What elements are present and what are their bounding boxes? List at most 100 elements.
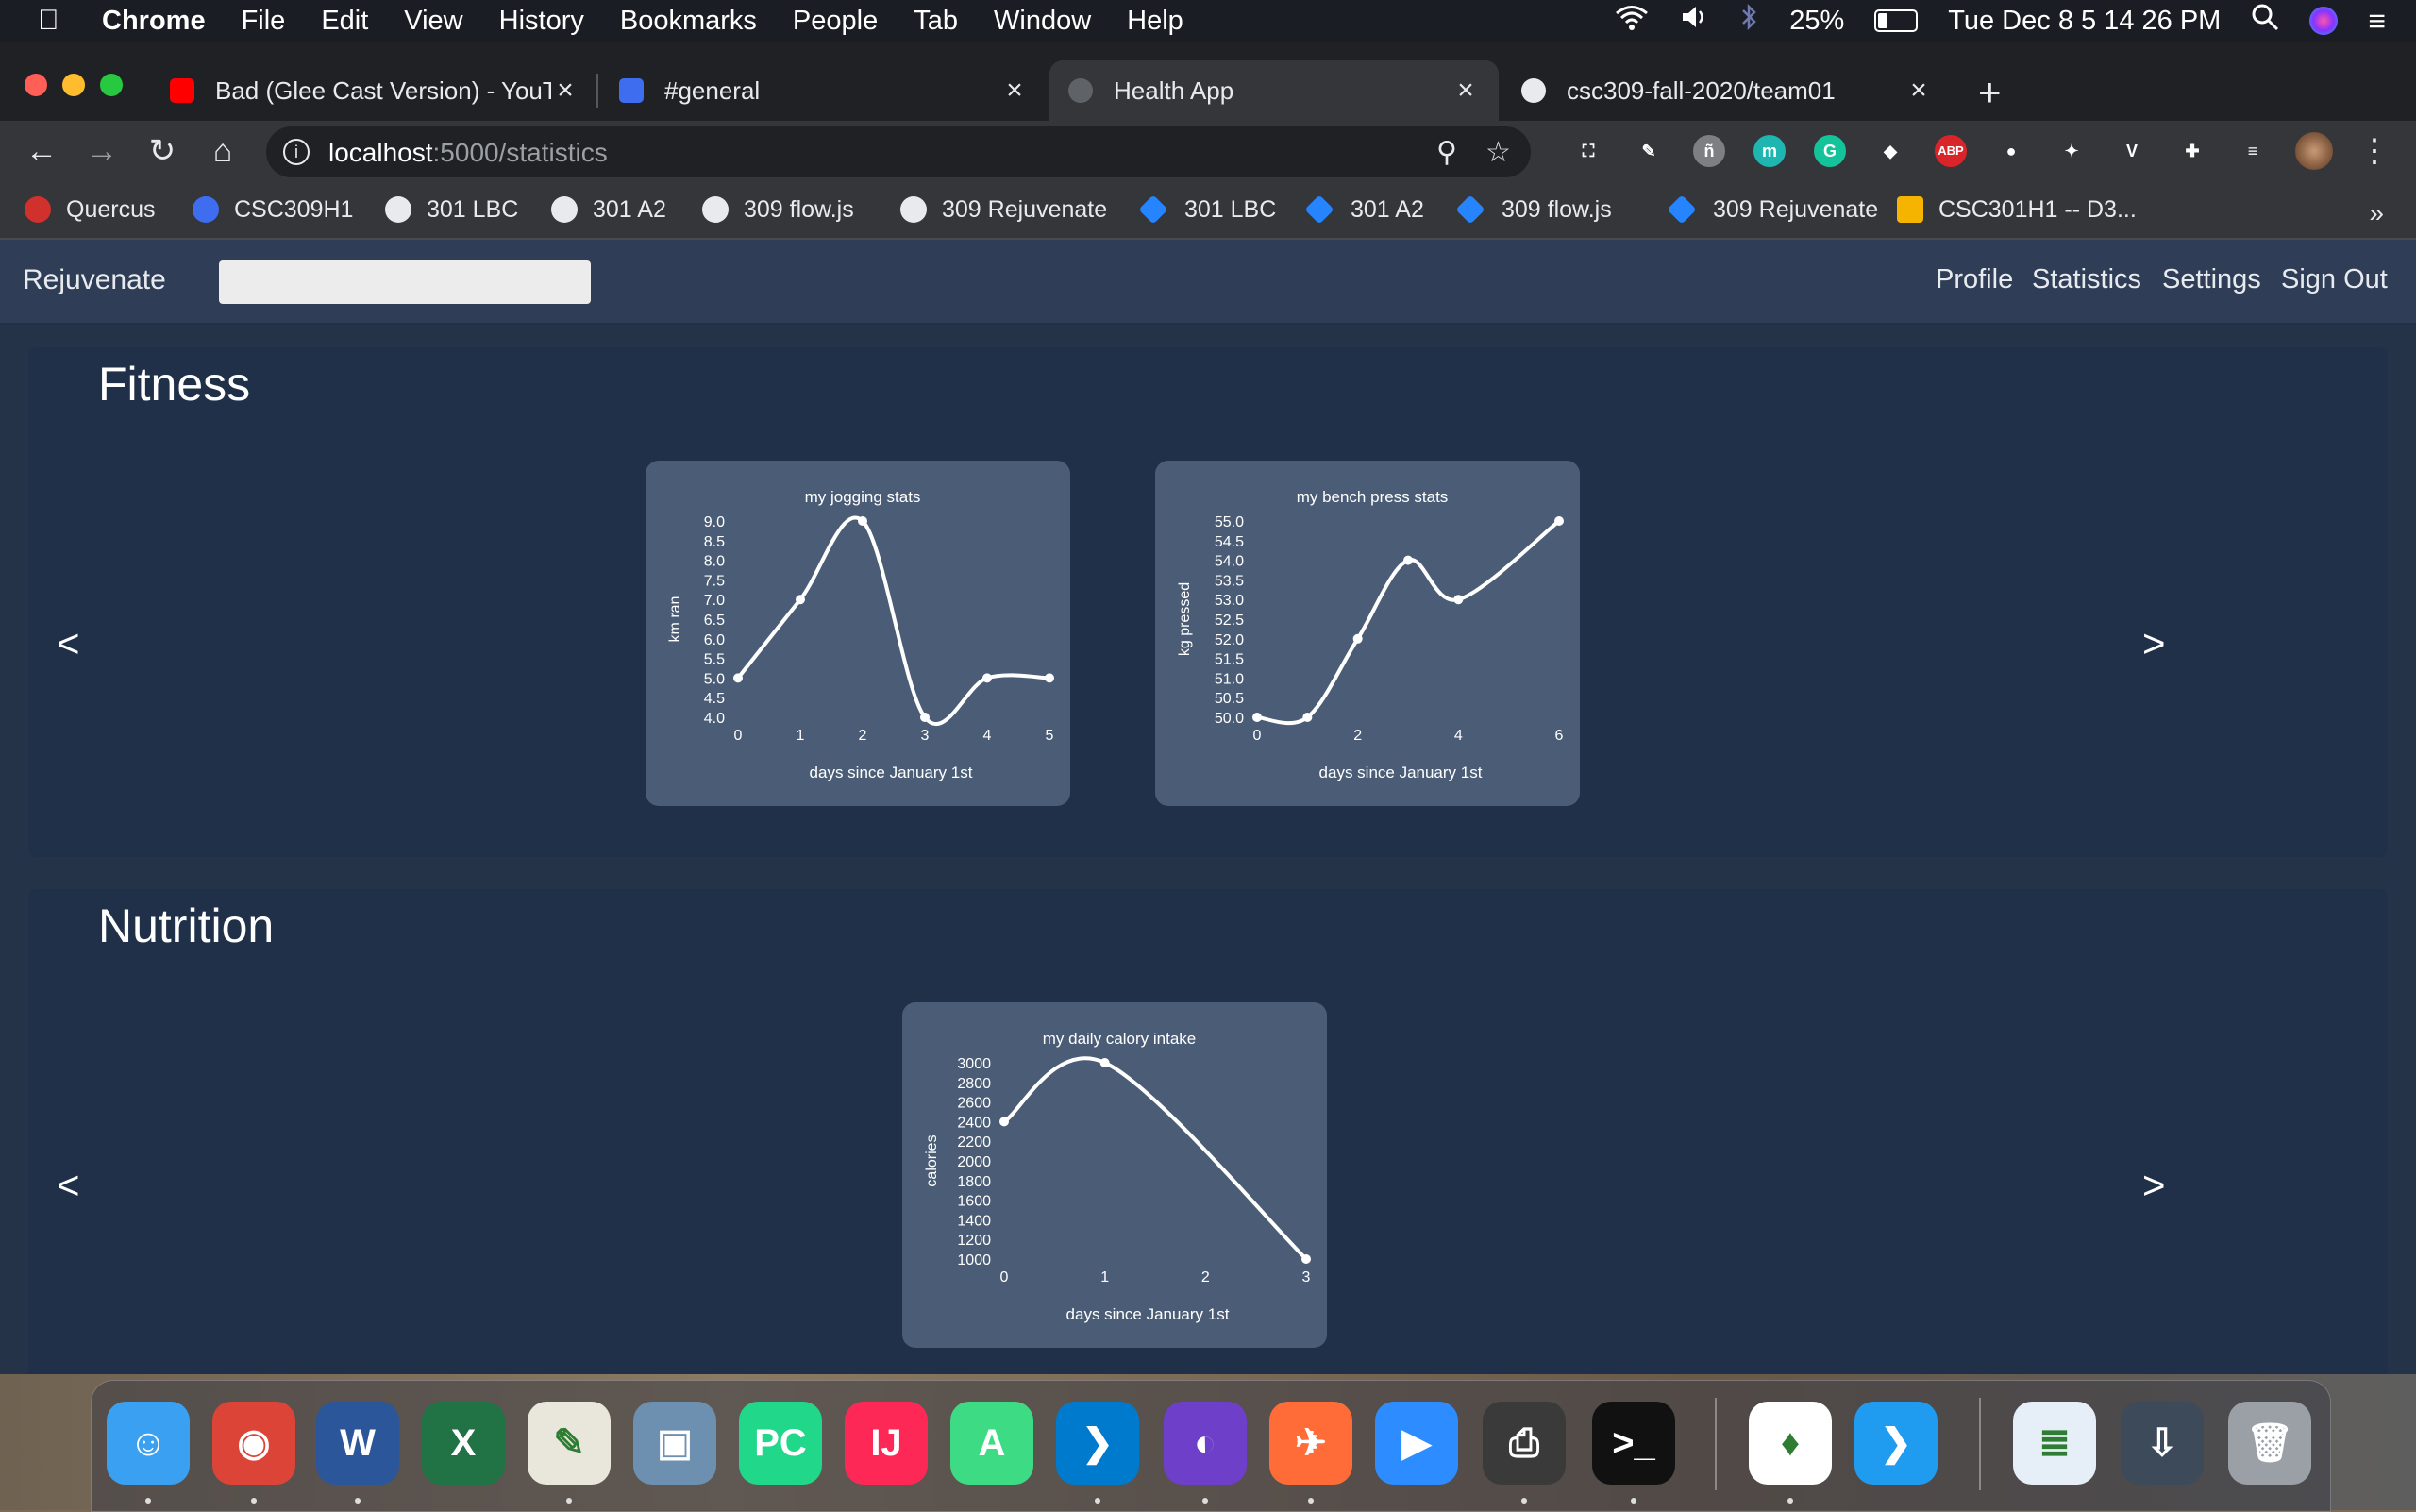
chrome-menu-icon[interactable]: ⋮ (2354, 130, 2395, 172)
intellij-icon[interactable]: IJ (845, 1402, 928, 1485)
media-control-icon[interactable]: ≡ (2237, 135, 2269, 167)
search-input[interactable] (219, 260, 591, 304)
menu-window[interactable]: Window (994, 6, 1091, 37)
wifi-icon[interactable] (1614, 3, 1650, 39)
nav-statistics[interactable]: Statistics (2032, 264, 2141, 295)
bookmark-item[interactable]: CSC301H1 -- D3... (1897, 193, 2137, 227)
bookmarks-overflow-icon[interactable]: » (2369, 198, 2384, 228)
nav-profile[interactable]: Profile (1936, 264, 2013, 295)
word-icon[interactable]: W (316, 1402, 399, 1485)
bookmark-star-icon[interactable]: ☆ (1485, 136, 1511, 169)
react-devtools-icon[interactable]: ✦ (2055, 135, 2088, 167)
menu-file[interactable]: File (242, 6, 286, 37)
vscode-insiders-icon[interactable]: ❯ (1854, 1402, 1938, 1485)
bookmark-item[interactable]: CSC309H1 (193, 193, 353, 227)
minimize-window-button[interactable] (62, 74, 85, 96)
menu-view[interactable]: View (404, 6, 462, 37)
menubar-clock[interactable]: Tue Dec 8 5 14 26 PM (1948, 6, 2221, 37)
siri-icon[interactable] (2309, 7, 2339, 35)
bookmark-item[interactable]: 309 Rejuvenate (900, 193, 1107, 227)
bookmark-item[interactable]: 309 flow.js (702, 193, 854, 227)
bookmark-item[interactable]: Quercus (25, 193, 155, 227)
bookmark-item[interactable]: 301 A2 (551, 193, 666, 227)
next-chart-button[interactable]: > (2142, 621, 2166, 666)
close-window-button[interactable] (25, 74, 47, 96)
preview-icon[interactable]: ▣ (633, 1402, 716, 1485)
bookmark-item[interactable]: 309 Rejuvenate (1667, 193, 1878, 227)
notification-center-icon[interactable]: ≡ (2368, 4, 2386, 39)
tab-health-app[interactable]: Health App × (1049, 60, 1499, 121)
close-icon[interactable]: × (1451, 75, 1480, 107)
postman-icon[interactable]: ✈ (1269, 1402, 1352, 1485)
nav-settings[interactable]: Settings (2162, 264, 2261, 295)
chrome-icon[interactable]: ◉ (212, 1402, 295, 1485)
close-icon[interactable]: × (1904, 75, 1933, 107)
downloads-stack-icon[interactable]: ⇩ (2121, 1402, 2204, 1485)
adblock-ext-icon[interactable]: ABP (1935, 135, 1967, 167)
close-icon[interactable]: × (551, 75, 579, 107)
menu-tab[interactable]: Tab (914, 6, 958, 37)
forward-arrow-icon[interactable]: → (81, 130, 123, 172)
vscode-icon[interactable]: ❯ (1056, 1402, 1139, 1485)
close-icon[interactable]: × (1000, 75, 1029, 107)
next-chart-button[interactable]: > (2142, 1163, 2166, 1208)
data-point (1554, 516, 1564, 526)
puzzle-icon[interactable]: ✚ (2176, 135, 2208, 167)
bookmark-item[interactable]: 301 A2 (1304, 193, 1424, 227)
vue-devtools-icon[interactable]: V (2116, 135, 2148, 167)
battery-icon[interactable] (1874, 9, 1919, 32)
mendeley-ext-icon[interactable]: m (1753, 135, 1786, 167)
menu-bookmarks[interactable]: Bookmarks (620, 6, 757, 37)
trash-icon[interactable]: 🗑 (2228, 1402, 2311, 1485)
nav-sign-out[interactable]: Sign Out (2281, 264, 2388, 295)
back-arrow-icon[interactable]: ← (21, 130, 62, 172)
pencil-ext-icon[interactable]: ✎ (1633, 135, 1665, 167)
menu-app-name[interactable]: Chrome (102, 6, 206, 37)
toggle-ext-icon[interactable]: ● (1995, 135, 2027, 167)
finder-icon[interactable]: ☺ (107, 1402, 190, 1485)
bookmark-item[interactable]: 309 flow.js (1455, 193, 1612, 227)
printer-icon[interactable]: ⎙ (1483, 1402, 1566, 1485)
github-desktop-icon[interactable]: ◐ (1164, 1402, 1247, 1485)
spotlight-search-icon[interactable] (2251, 3, 2279, 39)
site-info-icon[interactable]: i (283, 139, 310, 165)
bookmarks-bar: Quercus CSC309H1 301 LBC 301 A2 309 flow.js 3… (0, 183, 2416, 240)
diamond-ext-icon[interactable]: ◆ (1874, 135, 1906, 167)
pycharm-icon[interactable]: PC (739, 1402, 822, 1485)
mongodb-compass-icon[interactable]: ♦ (1749, 1402, 1832, 1485)
menu-edit[interactable]: Edit (321, 6, 368, 37)
grammarly-ext-icon[interactable]: G (1814, 135, 1846, 167)
textedit-icon[interactable]: ✎ (528, 1402, 611, 1485)
brand-link[interactable]: Rejuvenate (23, 264, 166, 296)
home-icon[interactable]: ⌂ (202, 130, 243, 172)
terminal-icon[interactable]: >_ (1592, 1402, 1675, 1485)
new-tab-button[interactable]: + (1978, 70, 2002, 115)
reload-icon[interactable]: ↻ (142, 130, 183, 172)
battery-percent[interactable]: 25% (1789, 6, 1844, 37)
zoom-window-button[interactable] (100, 74, 123, 96)
address-bar[interactable]: i localhost:5000/statistics ⚲ ☆ (266, 126, 1531, 177)
ext-tile-icon[interactable]: ñ (1693, 135, 1725, 167)
prev-chart-button[interactable]: < (57, 621, 80, 666)
menu-people[interactable]: People (793, 6, 878, 37)
bookmark-item[interactable]: 301 LBC (1138, 193, 1276, 227)
screenshot-ext-icon[interactable]: ⛶ (1572, 135, 1604, 167)
apple-menu-icon[interactable]:  (38, 6, 66, 36)
github-icon (702, 196, 729, 223)
menu-history[interactable]: History (499, 6, 584, 37)
bookmark-item[interactable]: 301 LBC (385, 193, 518, 227)
tab-github[interactable]: csc309-fall-2020/team01 × (1502, 60, 1952, 121)
profile-avatar[interactable] (2295, 132, 2333, 170)
android-studio-icon[interactable]: A (950, 1402, 1033, 1485)
prev-chart-button[interactable]: < (57, 1163, 80, 1208)
url-text[interactable]: localhost:5000/statistics (328, 138, 608, 168)
volume-icon[interactable] (1680, 3, 1708, 39)
excel-icon[interactable]: X (422, 1402, 505, 1485)
zoom-icon[interactable]: ⚲ (1436, 136, 1457, 169)
tab-youtube[interactable]: Bad (Glee Cast Version) - YouTube × (151, 60, 598, 121)
document-stack-icon[interactable]: ≣ (2013, 1402, 2096, 1485)
zoom-icon[interactable]: ▶ (1375, 1402, 1458, 1485)
menu-help[interactable]: Help (1127, 6, 1183, 37)
tab-slack[interactable]: #general × (600, 60, 1048, 121)
bluetooth-icon[interactable] (1738, 3, 1759, 39)
